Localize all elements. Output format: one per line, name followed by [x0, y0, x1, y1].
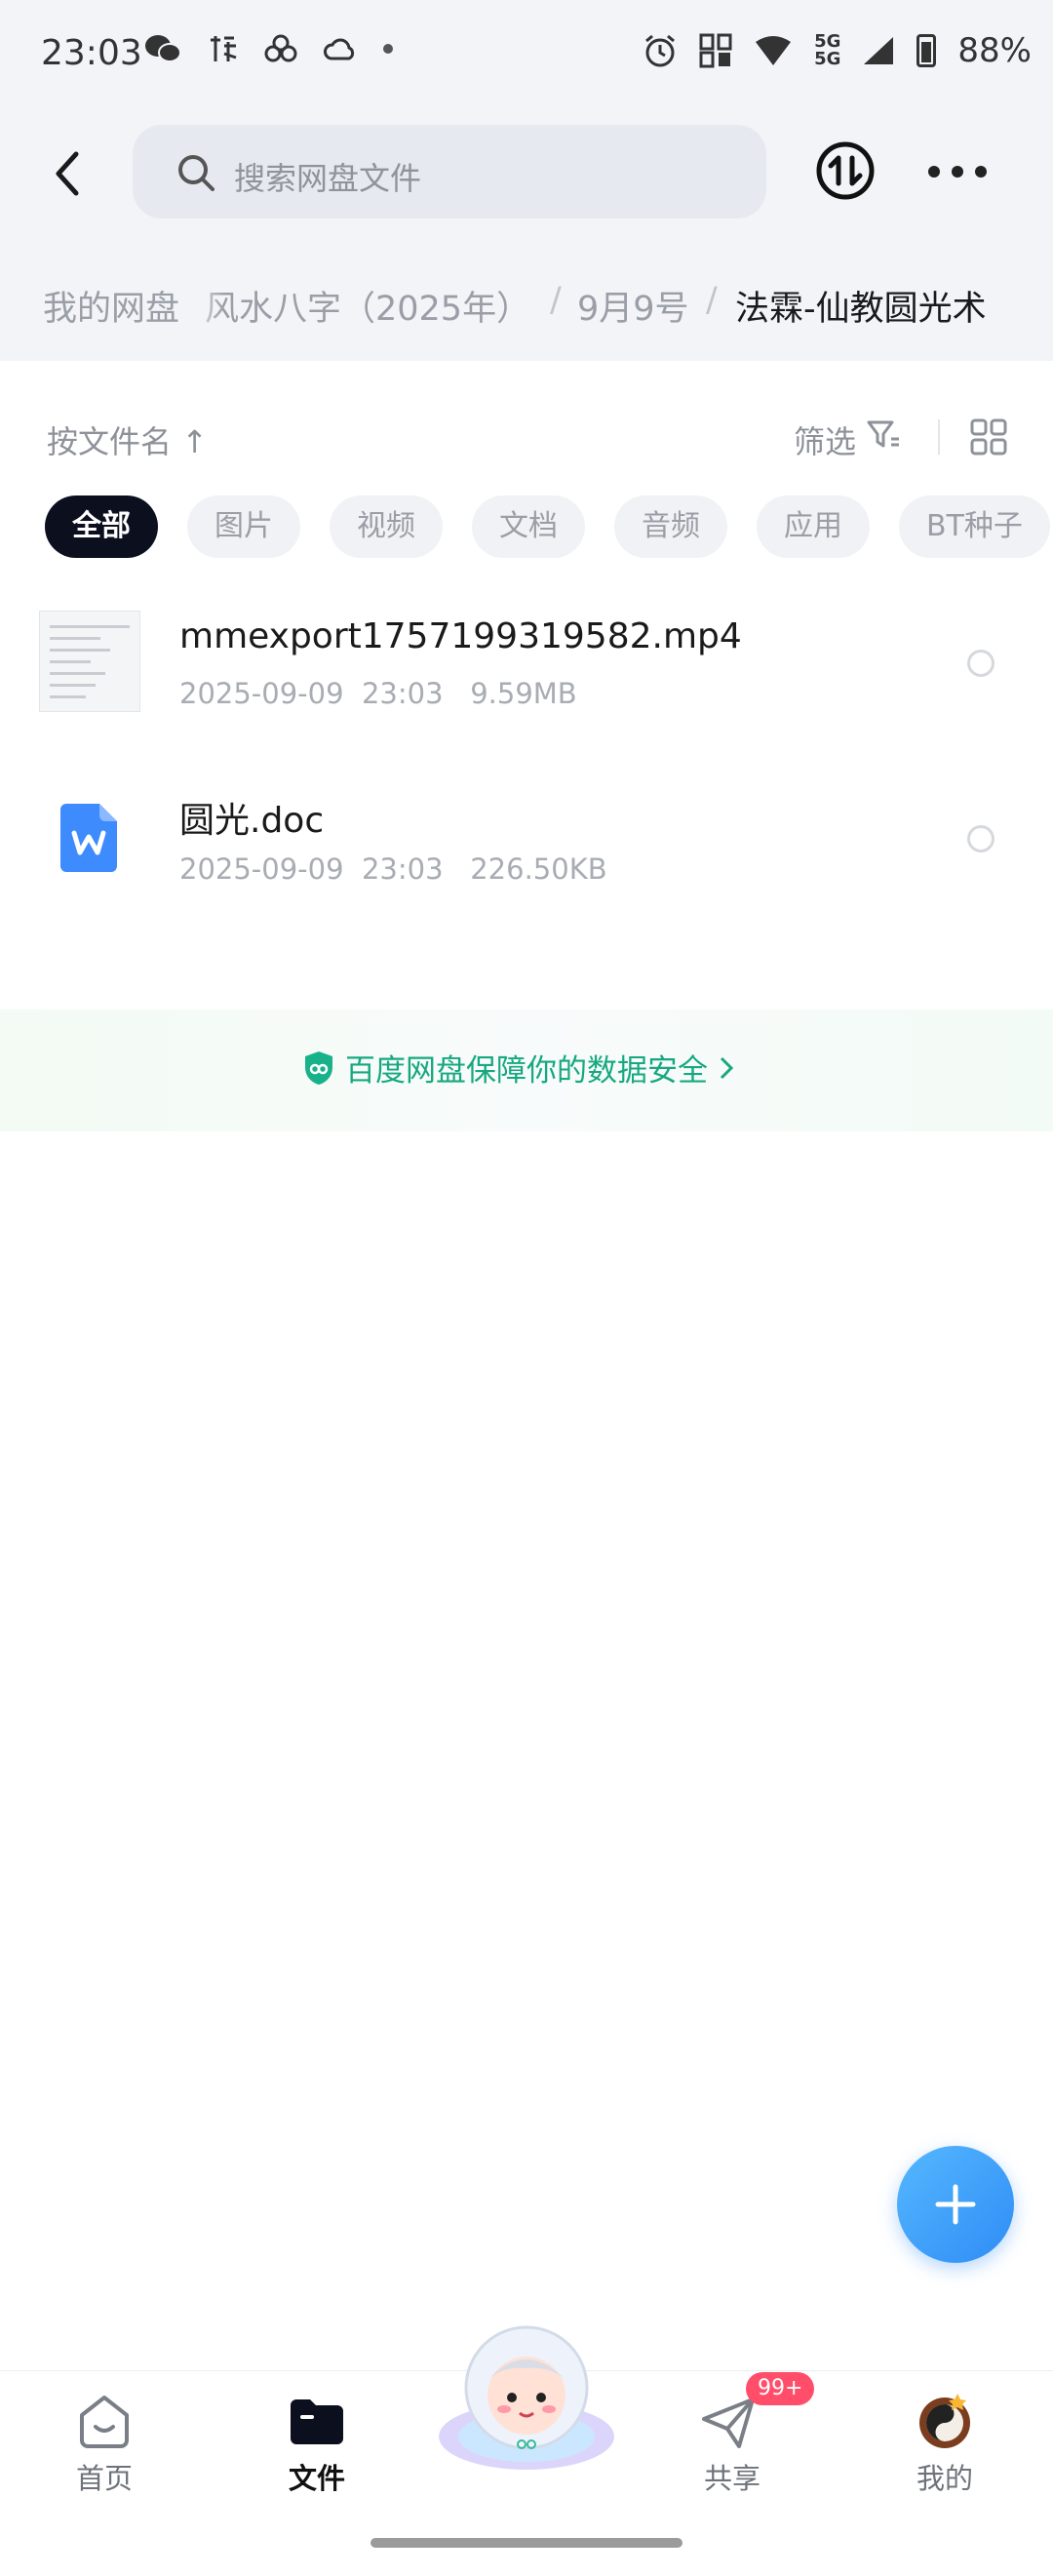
search-input[interactable] — [133, 125, 766, 218]
file-select-radio[interactable] — [967, 650, 994, 677]
chip-videos[interactable]: 视频 — [330, 495, 443, 558]
video-thumbnail[interactable] — [39, 611, 140, 712]
wechat-icon — [145, 35, 181, 62]
safety-notice-link[interactable]: 百度网盘保障你的数据安全 — [302, 1046, 735, 1090]
file-select-radio[interactable] — [967, 825, 994, 852]
chip-all[interactable]: 全部 — [45, 495, 158, 558]
status-time: 23:03 — [41, 33, 142, 73]
breadcrumb-separator: / — [550, 281, 562, 320]
chevron-right-icon — [720, 1056, 734, 1079]
toolbar-divider — [938, 419, 940, 455]
filter-icon[interactable] — [866, 417, 901, 453]
breadcrumb-item-folder2[interactable]: 9月9号 — [577, 281, 689, 331]
tab-files[interactable] — [287, 2392, 347, 2456]
breadcrumb-fade — [185, 263, 224, 341]
dot-icon — [383, 44, 393, 54]
tab-home[interactable] — [74, 2392, 135, 2456]
status-left-icons — [144, 33, 394, 64]
safety-notice-text: 百度网盘保障你的数据安全 — [345, 1053, 708, 1089]
battery-icon — [916, 34, 937, 67]
plus-icon — [935, 2184, 976, 2225]
back-arrow-icon[interactable] — [39, 144, 98, 203]
search-placeholder: 搜索网盘文件 — [234, 160, 422, 197]
chip-bt[interactable]: BT种子 — [899, 495, 1050, 558]
tab-mine[interactable] — [915, 2390, 975, 2454]
breadcrumb-separator: / — [706, 281, 718, 320]
file-meta: 2025-09-09 23:03 226.50KB — [179, 852, 607, 886]
send-icon — [702, 2398, 755, 2448]
breadcrumb-item-folder1[interactable]: 风水八字（2025年） — [205, 281, 530, 331]
file-meta: 2025-09-09 23:03 9.59MB — [179, 677, 577, 710]
more-icon[interactable] — [928, 166, 987, 178]
sort-arrow-icon: ↑ — [181, 423, 208, 460]
tab-home-label: 首页 — [75, 2462, 133, 2495]
file-name[interactable]: mmexport1757199319582.mp4 — [179, 616, 742, 656]
search-icon — [178, 155, 214, 191]
sort-button[interactable]: 按文件名 ↑ — [47, 417, 208, 462]
alarm-icon — [645, 34, 676, 67]
breadcrumb-item-root[interactable]: 我的网盘 — [43, 281, 179, 331]
category-chips: 全部 图片 视频 文档 音频 应用 BT种子 — [45, 495, 1050, 558]
shield-icon — [305, 1050, 332, 1085]
grid-view-icon[interactable] — [969, 417, 1008, 456]
share-badge: 99+ — [746, 2372, 815, 2405]
file-name[interactable]: 圆光.doc — [179, 792, 324, 843]
word-file-icon[interactable] — [60, 804, 117, 872]
tab-share[interactable] — [698, 2392, 759, 2456]
avatar-icon — [919, 2394, 970, 2448]
tab-mine-label: 我的 — [916, 2462, 973, 2495]
home-indicator — [370, 2538, 682, 2548]
transfer-icon[interactable] — [815, 140, 876, 201]
wifi-icon — [756, 36, 792, 65]
chip-docs[interactable]: 文档 — [472, 495, 585, 558]
home-icon — [80, 2396, 129, 2448]
taobao-icon — [211, 36, 237, 61]
chip-apps[interactable]: 应用 — [757, 495, 870, 558]
cloud-app-icon — [264, 34, 297, 62]
chip-images[interactable]: 图片 — [187, 495, 300, 558]
weather-icon — [324, 38, 355, 60]
nfc-icon — [699, 33, 732, 68]
signal-icon — [864, 37, 894, 64]
tab-share-label: 共享 — [703, 2462, 760, 2495]
status-right-icons: 5G 5G 88% — [643, 31, 1032, 70]
battery-level: 88% — [957, 31, 1032, 70]
mascot-icon[interactable] — [434, 2319, 619, 2476]
tab-files-label: 文件 — [288, 2462, 345, 2495]
chip-audio[interactable]: 音频 — [614, 495, 727, 558]
filter-button[interactable]: 筛选 — [794, 417, 856, 462]
network-type: 5G 5G — [814, 31, 841, 69]
folder-icon — [291, 2399, 343, 2444]
breadcrumb-item-current: 法霖-仙教圆光术 — [735, 290, 987, 329]
